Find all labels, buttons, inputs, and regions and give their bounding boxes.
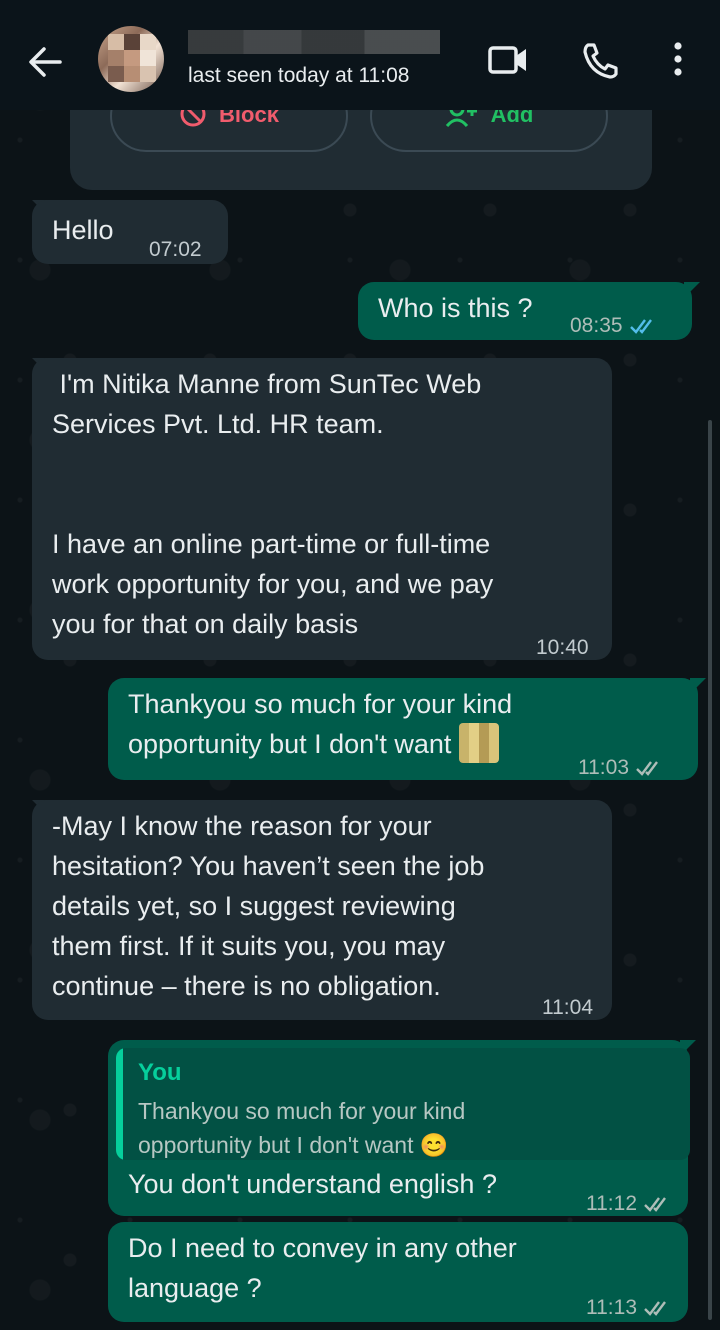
message-text: Do I need to convey in any other languag… — [128, 1233, 517, 1303]
delivered-ticks-icon — [644, 1197, 666, 1212]
message-meta: 11:12 — [586, 1184, 673, 1224]
message-text: You don't understand english ? — [128, 1169, 497, 1199]
message-meta: 11:13 — [586, 1288, 673, 1328]
video-call-icon[interactable] — [486, 40, 530, 80]
message-text: Hello — [52, 215, 114, 245]
scroll-indicator[interactable] — [708, 420, 712, 1320]
message-bubble-outgoing[interactable]: Who is this ? 08:35 — [358, 282, 692, 340]
delivered-ticks-icon — [636, 761, 658, 776]
message-text-wrap: Thankyou so much for your kind opportuni… — [128, 684, 512, 766]
message-time: 11:03 — [578, 756, 629, 779]
phone-icon[interactable] — [578, 40, 622, 80]
message-time: 10:40 — [536, 636, 589, 659]
message-bubble-outgoing[interactable]: Thankyou so much for your kind opportuni… — [108, 678, 698, 780]
chat-header: last seen today at 11:08 — [0, 0, 720, 110]
emoji-redacted-icon — [458, 722, 499, 763]
message-meta: 11:03 — [578, 748, 665, 788]
contact-avatar[interactable] — [98, 26, 164, 92]
message-text: -May I know the reason for your hesitati… — [52, 811, 485, 1001]
back-arrow-icon[interactable] — [22, 38, 70, 86]
message-text: I'm Nitika Manne from SunTec Web Service… — [52, 369, 494, 639]
quote-author: You — [138, 1059, 182, 1086]
message-bubble-incoming[interactable]: Hello 07:02 — [32, 200, 228, 264]
contact-name-redacted[interactable] — [188, 30, 440, 54]
message-time: 11:04 — [542, 996, 593, 1019]
quote-accent-bar — [116, 1048, 123, 1160]
message-text: Thankyou so much for your kind opportuni… — [128, 689, 513, 759]
message-bubble-incoming[interactable]: I'm Nitika Manne from SunTec Web Service… — [32, 358, 612, 660]
read-ticks-icon — [629, 319, 652, 334]
message-time: 11:12 — [586, 1192, 637, 1215]
message-bubble-incoming[interactable]: -May I know the reason for your hesitati… — [32, 800, 612, 1020]
message-time: 07:02 — [149, 238, 202, 261]
more-options-icon[interactable] — [656, 40, 700, 80]
message-meta: 08:35 — [570, 306, 659, 346]
message-text: Who is this ? — [378, 293, 533, 323]
delivered-ticks-icon — [644, 1301, 666, 1316]
message-bubble-outgoing[interactable]: Do I need to convey in any other languag… — [108, 1222, 688, 1322]
quoted-message[interactable]: You Thankyou so much for your kind oppor… — [116, 1048, 690, 1160]
quote-text: Thankyou so much for your kind opportuni… — [138, 1098, 466, 1158]
message-time: 11:13 — [586, 1296, 637, 1319]
message-time: 08:35 — [570, 314, 623, 337]
last-seen-status: last seen today at 11:08 — [188, 64, 410, 87]
message-bubble-outgoing-reply[interactable]: You Thankyou so much for your kind oppor… — [108, 1040, 690, 1216]
